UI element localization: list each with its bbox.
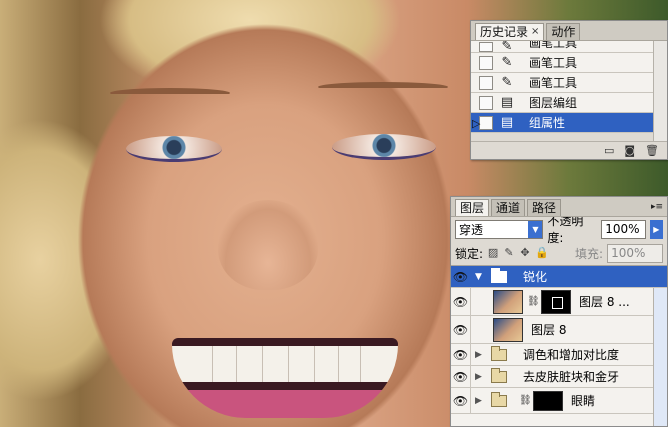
history-checkbox[interactable] — [479, 95, 493, 110]
blend-mode-select[interactable]: 穿透 ▼ — [455, 219, 544, 239]
layer-mask-thumbnail[interactable] — [541, 289, 571, 314]
visibility-eye-icon[interactable]: 👁 — [451, 388, 471, 413]
opacity-slider-button[interactable]: ▶ — [649, 219, 663, 239]
layers-panel: 图层 通道 路径 ▸≡ 穿透 ▼ 不透明度: 100% ▶ 锁定: ▨ ✎ ✥ … — [450, 196, 668, 427]
layer-row[interactable]: 👁 ⛓ 图层 8 ... — [451, 288, 667, 316]
layer-row-group[interactable]: 👁 ▶ 调色和增加对比度 — [451, 344, 667, 366]
history-list: ✎ 画笔工具 ✎ 画笔工具 ✎ 画笔工具 ▤ 图层编组 ▷ ▤ 组属性 — [471, 41, 667, 141]
trash-icon[interactable]: 🗑 — [645, 144, 659, 157]
lock-label: 锁定: — [455, 246, 484, 261]
history-state-slider[interactable]: ▷ — [472, 117, 480, 130]
tab-paths[interactable]: 路径 — [527, 199, 562, 216]
layer-thumbnail[interactable] — [493, 289, 523, 314]
layer-mask-thumbnail[interactable] — [533, 390, 563, 411]
close-icon[interactable]: × — [531, 24, 539, 40]
collapse-triangle-icon[interactable]: ▼ — [475, 272, 487, 282]
expand-triangle-icon[interactable]: ▶ — [475, 372, 487, 382]
brush-icon: ✎ — [501, 54, 513, 70]
nose — [218, 200, 318, 290]
right-eyebrow — [318, 82, 448, 92]
right-eye — [332, 134, 436, 160]
tab-actions[interactable]: 动作 — [546, 23, 581, 40]
layers-tabbar: 图层 通道 路径 ▸≡ — [451, 197, 667, 217]
tab-channels[interactable]: 通道 — [491, 199, 526, 216]
lock-position-icon[interactable]: ✥ — [519, 247, 531, 259]
history-checkbox[interactable] — [479, 115, 493, 130]
left-eyebrow — [110, 88, 230, 98]
visibility-eye-icon[interactable]: 👁 — [451, 344, 471, 365]
smile — [172, 338, 398, 418]
new-document-icon[interactable]: ▭ — [604, 144, 614, 157]
folder-icon — [491, 391, 507, 407]
folder-icon — [491, 345, 507, 361]
folder-icon — [491, 367, 507, 383]
tab-layers[interactable]: 图层 — [455, 199, 490, 216]
opacity-input[interactable]: 100% — [601, 219, 646, 239]
blend-opacity-row: 穿透 ▼ 不透明度: 100% ▶ — [451, 214, 667, 245]
fill-input: 100% — [607, 243, 664, 263]
left-eye — [126, 136, 222, 162]
history-item-selected[interactable]: ▷ ▤ 组属性 — [471, 113, 667, 133]
tab-history[interactable]: 历史记录 × — [475, 23, 545, 40]
history-item[interactable]: ✎ 画笔工具 — [471, 53, 667, 73]
history-item[interactable]: ✎ 画笔工具 — [471, 41, 667, 53]
link-chain-icon[interactable]: ⛓ — [527, 296, 540, 307]
layer-thumbnail[interactable] — [493, 317, 523, 342]
brush-icon: ✎ — [501, 74, 513, 90]
panel-menu-icon[interactable]: ▸≡ — [651, 202, 663, 212]
brush-icon: ✎ — [501, 41, 513, 54]
layer-row-group-selected[interactable]: 👁 ▼ 锐化 — [451, 266, 667, 288]
history-checkbox[interactable] — [479, 41, 493, 52]
lock-transparency-icon[interactable]: ▨ — [487, 247, 499, 259]
expand-triangle-icon[interactable]: ▶ — [475, 350, 487, 360]
history-tabbar: 历史记录 × 动作 — [471, 21, 667, 41]
expand-triangle-icon[interactable]: ▶ — [475, 396, 487, 406]
opacity-label: 不透明度: — [547, 214, 584, 245]
lock-all-icon[interactable]: 🔒 — [535, 247, 549, 259]
lock-pixels-icon[interactable]: ✎ — [503, 247, 515, 259]
visibility-eye-icon[interactable]: 👁 — [451, 366, 471, 387]
history-state-icon: ▤ — [500, 94, 514, 110]
visibility-eye-icon[interactable]: 👁 — [451, 316, 471, 343]
history-item[interactable]: ▤ 图层编组 — [471, 93, 667, 113]
layer-row-group[interactable]: 👁 ▶ 去皮肤脏块和金牙 — [451, 366, 667, 388]
history-item[interactable]: ✎ 画笔工具 — [471, 73, 667, 93]
fill-label: 填充: — [575, 246, 604, 261]
visibility-eye-icon[interactable]: 👁 — [451, 288, 471, 315]
layers-list: 👁 ▼ 锐化 👁 ⛓ 图层 8 ... 👁 图层 8 👁 ▶ 调色和增加对比度 — [451, 265, 667, 426]
visibility-eye-icon[interactable]: 👁 — [451, 266, 471, 287]
history-footer: ▭ ◙ 🗑 — [471, 141, 667, 159]
snapshot-icon[interactable]: ◙ — [624, 144, 635, 157]
chevron-down-icon[interactable]: ▼ — [528, 220, 543, 238]
history-scrollbar[interactable] — [653, 41, 667, 141]
link-chain-icon[interactable]: ⛓ — [519, 395, 532, 406]
history-panel: 历史记录 × 动作 ✎ 画笔工具 ✎ 画笔工具 ✎ 画笔工具 ▤ 图层编组 ▷ — [470, 20, 668, 160]
layer-row[interactable]: 👁 图层 8 — [451, 316, 667, 344]
layers-scrollbar[interactable] — [653, 288, 667, 426]
folder-icon — [491, 267, 507, 283]
history-state-icon: ▤ — [500, 114, 514, 130]
history-checkbox[interactable] — [479, 55, 493, 70]
layer-row-group[interactable]: 👁 ▶ ⛓ 眼睛 — [451, 388, 667, 414]
history-checkbox[interactable] — [479, 75, 493, 90]
